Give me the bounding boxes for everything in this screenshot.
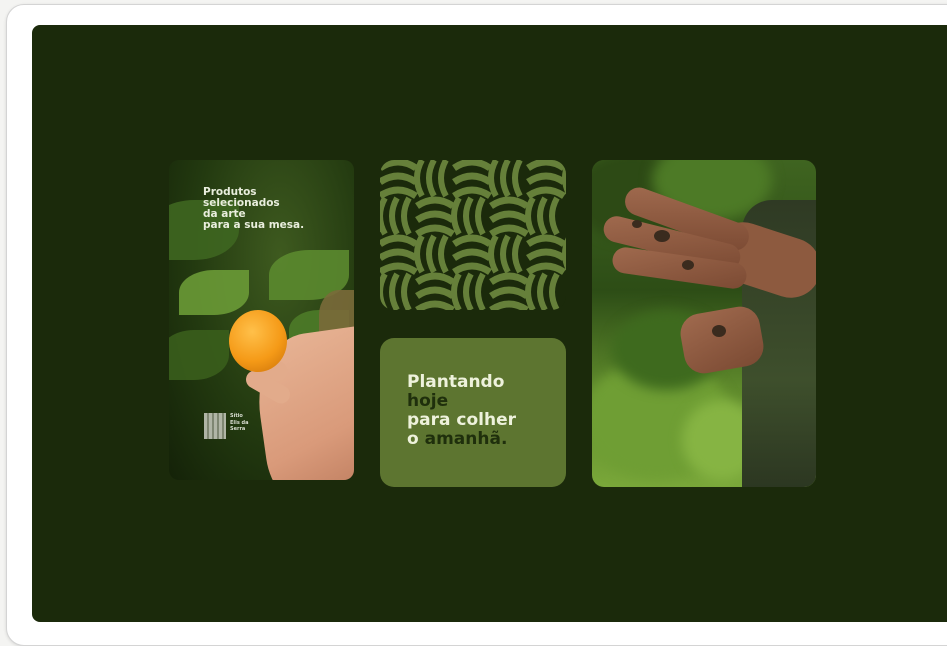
- brand-logo-icon: [204, 413, 226, 439]
- poster-tagline: Produtos selecionados da arte para a sua…: [203, 186, 305, 231]
- leaf-shape: [179, 270, 249, 315]
- slogan-line-1: Plantando: [407, 372, 505, 392]
- slogan-text: Plantando hoje para colher o amanhã.: [407, 373, 516, 449]
- poster-right-hands-soil: [592, 160, 816, 487]
- orange-fruit: [229, 310, 287, 372]
- poster-left-orange: Produtos selecionados da arte para a sua…: [169, 160, 354, 480]
- slogan-line-4: o amanhã.: [407, 430, 516, 449]
- wave-pattern-graphic: [380, 160, 566, 310]
- soil-clump: [632, 220, 642, 228]
- slogan-word-o: o: [407, 429, 419, 449]
- soil-clump: [654, 230, 670, 242]
- soil-clump: [682, 260, 694, 270]
- brand-mockup-stage: Produtos selecionados da arte para a sua…: [32, 25, 947, 622]
- slogan-line-2: hoje: [407, 391, 449, 411]
- brand-logo-text: Sítio Elis da Serra: [230, 413, 249, 432]
- slogan-word-amanha: amanhã.: [424, 429, 508, 449]
- slogan-line-3: para colher: [407, 410, 517, 430]
- slogan-tile: Plantando hoje para colher o amanhã.: [380, 338, 566, 487]
- soil-clump: [712, 325, 726, 337]
- pattern-tile: [380, 160, 566, 310]
- leaf-shape: [169, 330, 229, 380]
